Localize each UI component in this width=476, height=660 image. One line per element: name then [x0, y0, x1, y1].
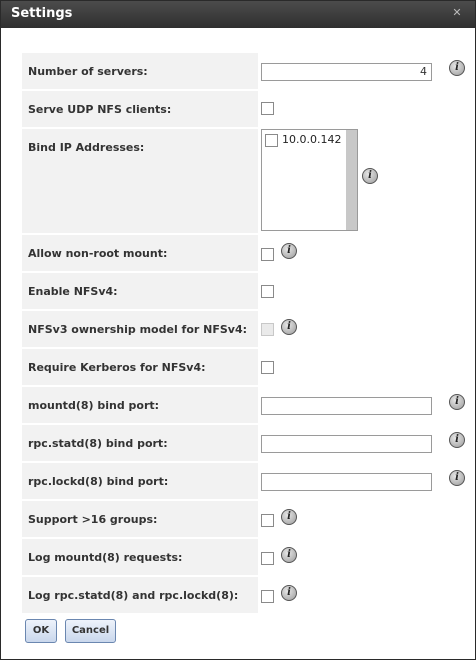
rpc-statd-port-input[interactable] [261, 435, 432, 453]
row-bind-ip: Bind IP Addresses: [22, 129, 258, 233]
bind-ip-option-label: 10.0.0.142 [282, 133, 342, 146]
settings-dialog: Settings ✕ Number of servers: 4 i Serve … [0, 0, 476, 660]
mountd-port-input[interactable] [261, 397, 432, 415]
info-icon[interactable]: i [449, 394, 465, 410]
support-16-groups-checkbox[interactable] [261, 514, 274, 527]
cancel-button[interactable]: Cancel [65, 619, 116, 643]
label-support-16-groups: Support >16 groups: [28, 513, 158, 526]
row-nfsv3-ownership: NFSv3 ownership model for NFSv4: [22, 311, 258, 347]
row-allow-nonroot: Allow non-root mount: [22, 235, 258, 271]
label-log-rpc: Log rpc.statd(8) and rpc.lockd(8): [28, 589, 239, 602]
label-require-kerberos: Require Kerberos for NFSv4: [28, 361, 206, 374]
info-icon[interactable]: i [281, 509, 297, 525]
info-icon[interactable]: i [362, 168, 378, 184]
row-rpc-statd-port: rpc.statd(8) bind port: [22, 425, 258, 461]
label-rpc-statd-port: rpc.statd(8) bind port: [28, 437, 168, 450]
label-log-mountd: Log mountd(8) requests: [28, 551, 183, 564]
row-enable-nfsv4: Enable NFSv4: [22, 273, 258, 309]
label-number-of-servers: Number of servers: [28, 65, 148, 78]
row-support-16-groups: Support >16 groups: [22, 501, 258, 537]
dialog-title: Settings [11, 6, 73, 21]
label-nfsv3-ownership: NFSv3 ownership model for NFSv4: [28, 323, 248, 336]
row-log-mountd: Log mountd(8) requests: [22, 539, 258, 575]
listbox-scrollbar[interactable] [346, 130, 357, 230]
close-icon[interactable]: ✕ [451, 7, 463, 19]
number-of-servers-input[interactable]: 4 [261, 63, 432, 81]
log-rpc-checkbox[interactable] [261, 590, 274, 603]
info-icon[interactable]: i [281, 547, 297, 563]
allow-nonroot-checkbox[interactable] [261, 248, 274, 261]
label-bind-ip: Bind IP Addresses: [28, 141, 145, 154]
label-serve-udp: Serve UDP NFS clients: [28, 103, 172, 116]
enable-nfsv4-checkbox[interactable] [261, 285, 274, 298]
info-icon[interactable]: i [449, 432, 465, 448]
serve-udp-checkbox[interactable] [261, 102, 274, 115]
row-rpc-lockd-port: rpc.lockd(8) bind port: [22, 463, 258, 499]
row-number-of-servers: Number of servers: [22, 53, 258, 89]
rpc-lockd-port-input[interactable] [261, 473, 432, 491]
title-bar[interactable]: Settings ✕ [1, 1, 475, 28]
row-serve-udp: Serve UDP NFS clients: [22, 91, 258, 127]
info-icon[interactable]: i [449, 60, 465, 76]
info-icon[interactable]: i [449, 470, 465, 486]
row-mountd-port: mountd(8) bind port: [22, 387, 258, 423]
label-enable-nfsv4: Enable NFSv4: [28, 285, 118, 298]
ok-button[interactable]: OK [25, 619, 57, 643]
bind-ip-option-checkbox[interactable] [265, 134, 278, 147]
label-rpc-lockd-port: rpc.lockd(8) bind port: [28, 475, 169, 488]
info-icon[interactable]: i [281, 243, 297, 259]
row-log-rpc: Log rpc.statd(8) and rpc.lockd(8): [22, 577, 258, 613]
label-allow-nonroot: Allow non-root mount: [28, 247, 168, 260]
info-icon[interactable]: i [281, 585, 297, 601]
bind-ip-listbox[interactable]: 10.0.0.142 [261, 129, 358, 231]
log-mountd-checkbox[interactable] [261, 552, 274, 565]
row-require-kerberos: Require Kerberos for NFSv4: [22, 349, 258, 385]
info-icon[interactable]: i [281, 319, 297, 335]
nfsv3-ownership-checkbox[interactable] [261, 323, 274, 336]
label-mountd-port: mountd(8) bind port: [28, 399, 160, 412]
require-kerberos-checkbox[interactable] [261, 361, 274, 374]
